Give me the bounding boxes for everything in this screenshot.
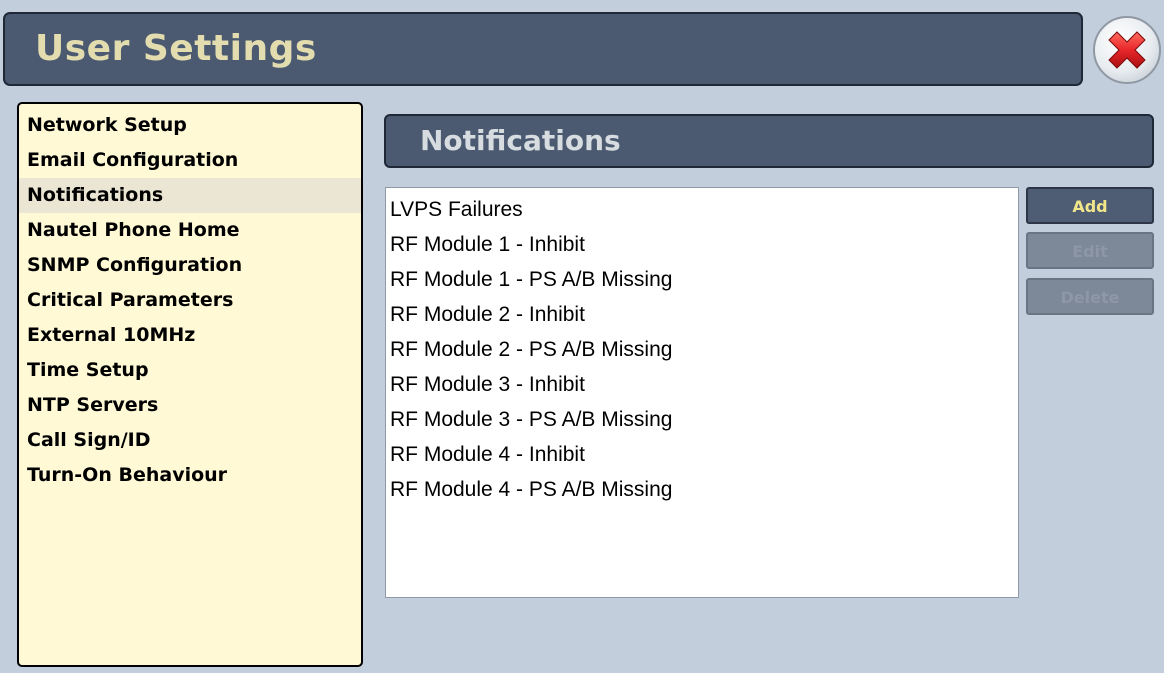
- close-x-icon: [1108, 31, 1146, 69]
- sidebar-item-network-setup[interactable]: Network Setup: [19, 108, 361, 143]
- list-item[interactable]: LVPS Failures: [386, 192, 1018, 227]
- list-item[interactable]: RF Module 3 - PS A/B Missing: [386, 402, 1018, 437]
- sidebar-item-time-setup[interactable]: Time Setup: [19, 353, 361, 388]
- delete-button[interactable]: Delete: [1026, 278, 1154, 315]
- list-item[interactable]: RF Module 4 - Inhibit: [386, 437, 1018, 472]
- sidebar-item-nautel-phone-home[interactable]: Nautel Phone Home: [19, 213, 361, 248]
- list-item[interactable]: RF Module 1 - Inhibit: [386, 227, 1018, 262]
- sidebar-item-critical-parameters[interactable]: Critical Parameters: [19, 283, 361, 318]
- add-button[interactable]: Add: [1026, 187, 1154, 224]
- section-header: Notifications: [384, 114, 1154, 168]
- close-button[interactable]: [1093, 16, 1161, 84]
- page-title: User Settings: [35, 28, 317, 69]
- list-item[interactable]: RF Module 4 - PS A/B Missing: [386, 472, 1018, 507]
- sidebar-item-call-sign-id[interactable]: Call Sign/ID: [19, 423, 361, 458]
- list-item[interactable]: RF Module 1 - PS A/B Missing: [386, 262, 1018, 297]
- sidebar-item-snmp-configuration[interactable]: SNMP Configuration: [19, 248, 361, 283]
- sidebar-item-external-10mhz[interactable]: External 10MHz: [19, 318, 361, 353]
- sidebar-item-email-configuration[interactable]: Email Configuration: [19, 143, 361, 178]
- section-title: Notifications: [420, 124, 621, 157]
- sidebar-item-turn-on-behaviour[interactable]: Turn-On Behaviour: [19, 458, 361, 493]
- list-item[interactable]: RF Module 2 - PS A/B Missing: [386, 332, 1018, 367]
- sidebar-item-notifications[interactable]: Notifications: [19, 178, 361, 213]
- sidebar-item-ntp-servers[interactable]: NTP Servers: [19, 388, 361, 423]
- settings-sidebar: Network Setup Email Configuration Notifica…: [17, 102, 363, 667]
- list-item[interactable]: RF Module 2 - Inhibit: [386, 297, 1018, 332]
- edit-button[interactable]: Edit: [1026, 232, 1154, 269]
- list-item[interactable]: RF Module 3 - Inhibit: [386, 367, 1018, 402]
- notifications-list[interactable]: LVPS Failures RF Module 1 - Inhibit RF Mod…: [385, 187, 1019, 598]
- title-bar: User Settings: [3, 12, 1083, 86]
